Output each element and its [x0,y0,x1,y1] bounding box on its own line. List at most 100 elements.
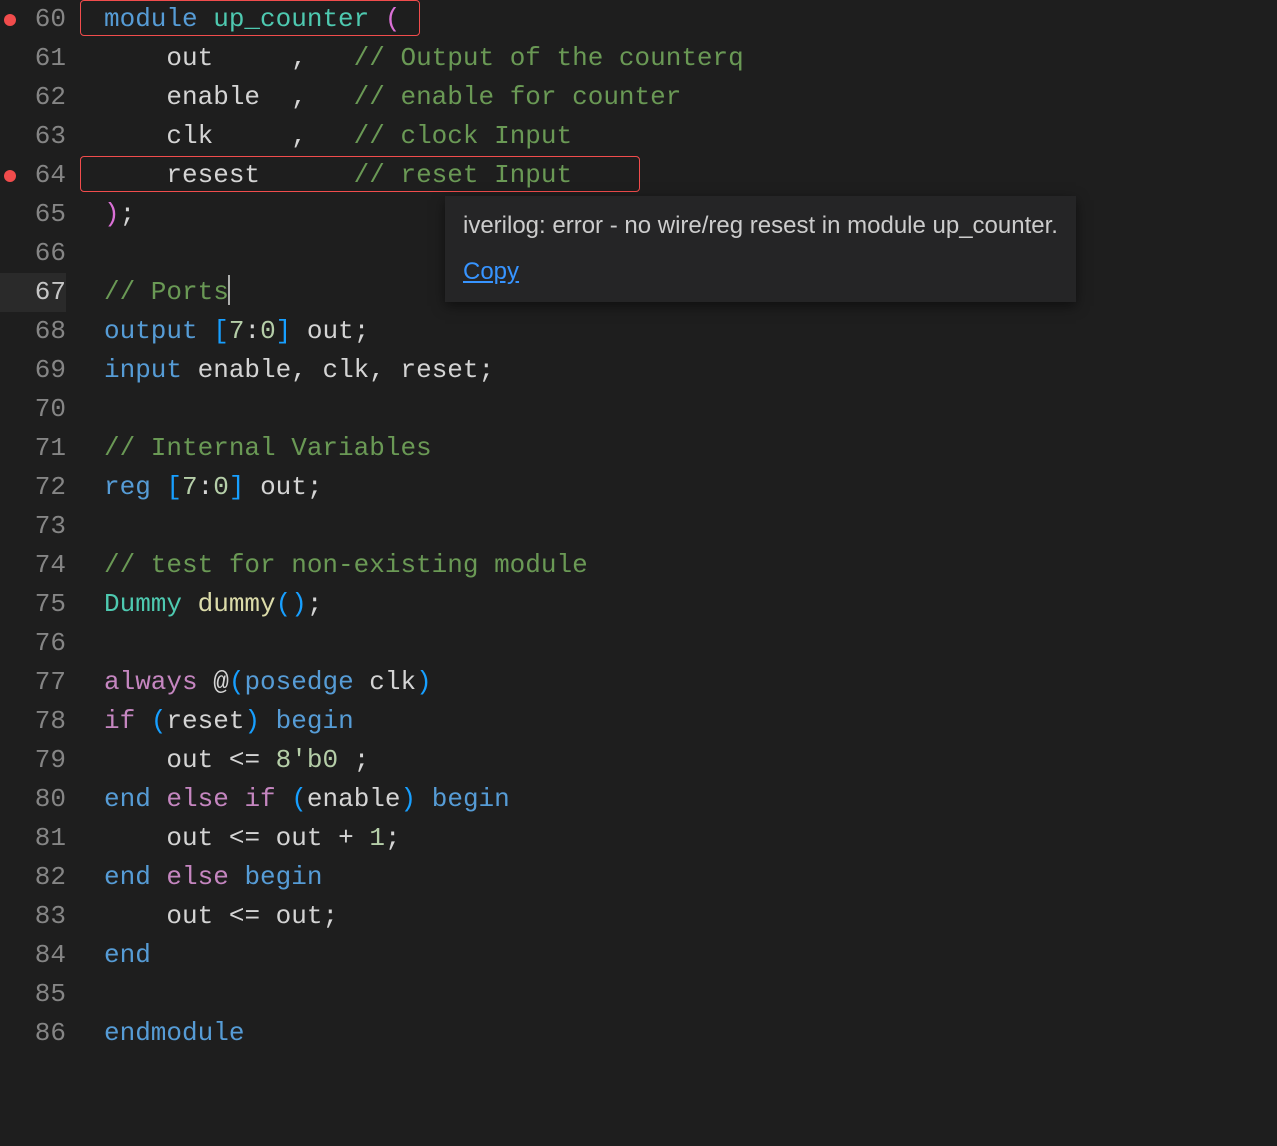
line-number[interactable]: 84 [0,936,66,975]
code-token: ) [104,199,120,229]
code-token: up_counter [198,4,385,34]
code-token [291,316,307,346]
code-line[interactable]: reg [7:0] out; [104,468,1277,507]
code-token: ) [401,784,417,814]
tooltip-copy-link[interactable]: Copy [463,258,519,285]
code-token [260,901,276,931]
line-number[interactable]: 60 [0,0,66,39]
line-number[interactable]: 69 [0,351,66,390]
code-token [104,82,166,112]
code-line[interactable]: out <= out + 1; [104,819,1277,858]
code-token [135,706,151,736]
code-line[interactable]: clk , // clock Input [104,117,1277,156]
code-line[interactable]: out <= out; [104,897,1277,936]
code-line[interactable]: // test for non-existing module [104,546,1277,585]
line-number[interactable]: 79 [0,741,66,780]
code-token: out [166,901,213,931]
line-number[interactable]: 63 [0,117,66,156]
line-number[interactable]: 85 [0,975,66,1014]
code-token: ; [385,823,401,853]
code-line[interactable] [104,975,1277,1014]
code-line[interactable]: endmodule [104,1014,1277,1053]
code-line[interactable] [104,507,1277,546]
code-line[interactable]: end [104,936,1277,975]
line-number[interactable]: 70 [0,390,66,429]
code-line[interactable]: always @(posedge clk) [104,663,1277,702]
tooltip-message: iverilog: error - no wire/reg resest in … [463,208,1058,244]
line-number-gutter[interactable]: 6061626364656667686970717273747576777879… [0,0,80,1146]
line-number[interactable]: 64 [0,156,66,195]
line-number[interactable]: 75 [0,585,66,624]
code-token [104,823,166,853]
line-number[interactable]: 81 [0,819,66,858]
code-token: end [104,940,151,970]
line-number[interactable]: 71 [0,429,66,468]
code-line[interactable]: if (reset) begin [104,702,1277,741]
code-token: dummy [198,589,276,619]
code-token: ; [322,901,338,931]
code-token: ; [354,745,370,775]
line-number[interactable]: 66 [0,234,66,273]
code-token: 1 [369,823,385,853]
code-token: : [198,472,214,502]
line-number[interactable]: 82 [0,858,66,897]
code-token: clk [322,355,369,385]
line-number[interactable]: 78 [0,702,66,741]
line-number[interactable]: 74 [0,546,66,585]
code-token [354,667,370,697]
code-token: enable [307,784,401,814]
code-token: end [104,784,151,814]
code-token: clk [166,121,291,151]
code-line[interactable]: resest // reset Input [104,156,1277,195]
line-number[interactable]: 65 [0,195,66,234]
code-line[interactable] [104,624,1277,663]
code-token [151,862,167,892]
code-token: // Ports [104,277,229,307]
line-number[interactable]: 61 [0,39,66,78]
code-token [213,745,229,775]
line-number[interactable]: 80 [0,780,66,819]
text-cursor [228,275,230,305]
code-token: [ [166,472,182,502]
line-number[interactable]: 77 [0,663,66,702]
code-token: posedge [244,667,353,697]
code-line[interactable]: end else if (enable) begin [104,780,1277,819]
code-token: @ [213,667,229,697]
line-number[interactable]: 76 [0,624,66,663]
code-line[interactable]: out , // Output of the counterq [104,39,1277,78]
line-number[interactable]: 72 [0,468,66,507]
code-token: Dummy [104,589,182,619]
code-token: clk [369,667,416,697]
code-token: , [291,355,307,385]
line-number[interactable]: 68 [0,312,66,351]
code-line[interactable]: enable , // enable for counter [104,78,1277,117]
line-number[interactable]: 86 [0,1014,66,1053]
code-line[interactable]: output [7:0] out; [104,312,1277,351]
code-line[interactable]: end else begin [104,858,1277,897]
code-token: 0 [213,472,229,502]
code-token: , [369,355,385,385]
code-token: enable [166,82,291,112]
code-line[interactable]: input enable, clk, reset; [104,351,1277,390]
code-token: reset [166,706,244,736]
code-line[interactable]: // Internal Variables [104,429,1277,468]
error-dot-icon[interactable] [4,14,16,26]
code-area[interactable]: iverilog: error - no wire/reg resest in … [80,0,1277,1146]
error-dot-icon[interactable] [4,170,16,182]
code-line[interactable]: out <= 8'b0 ; [104,741,1277,780]
line-number[interactable]: 62 [0,78,66,117]
code-token [322,823,338,853]
line-number[interactable]: 67 [0,273,66,312]
code-token [416,784,432,814]
code-token: // Output of the counterq [354,43,744,73]
code-token: // reset Input [354,160,572,190]
code-line[interactable]: module up_counter ( [104,0,1277,39]
code-line[interactable]: Dummy dummy(); [104,585,1277,624]
code-token: // enable for counter [354,82,682,112]
line-number[interactable]: 73 [0,507,66,546]
code-token: , [291,82,307,112]
code-token [260,823,276,853]
code-token: <= [229,745,260,775]
code-line[interactable] [104,390,1277,429]
line-number[interactable]: 83 [0,897,66,936]
